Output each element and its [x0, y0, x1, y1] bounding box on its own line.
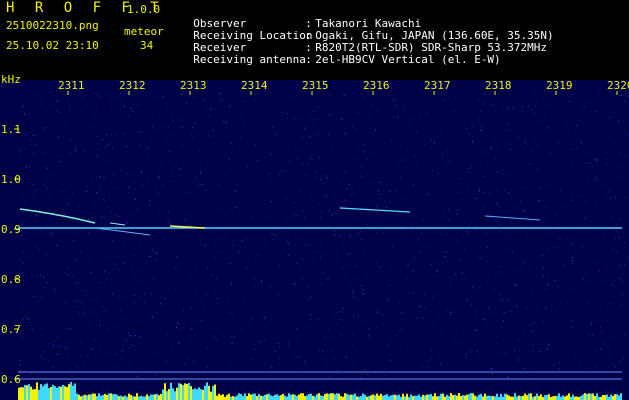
info-colon: :	[305, 53, 312, 66]
spectrogram-background	[0, 80, 629, 400]
timestamp: 25.10.02 23:10	[6, 39, 99, 52]
file-name: 2510022310.png	[6, 19, 99, 32]
meteor-count: 34	[140, 39, 154, 52]
x-tick-label: 2312	[119, 79, 146, 92]
x-tick-label: 2313	[180, 79, 207, 92]
x-tick-label: 2311	[58, 79, 85, 92]
info-antenna: Receiving antenna: 2el-HB9CV Vertical (el…	[180, 40, 501, 66]
x-tick-label: 2314	[241, 79, 268, 92]
x-tick-label: 2317	[424, 79, 451, 92]
info-key: Receiving antenna	[193, 53, 306, 66]
x-tick-label: 2320	[607, 79, 629, 92]
x-tick-label: 2315	[302, 79, 329, 92]
meteor-label: meteor	[124, 25, 164, 38]
x-tick-label: 2316	[363, 79, 390, 92]
x-tick-label: 2318	[485, 79, 512, 92]
spectrogram: kHz 2311 2312 2313 2314 2315 2316 2317 2318 2319…	[0, 70, 629, 400]
x-tick-label: 2319	[546, 79, 573, 92]
y-axis-unit: kHz	[1, 73, 21, 86]
app-version: 1.0.0	[127, 3, 161, 16]
info-value: 2el-HB9CV Vertical (el. E-W)	[315, 53, 501, 66]
